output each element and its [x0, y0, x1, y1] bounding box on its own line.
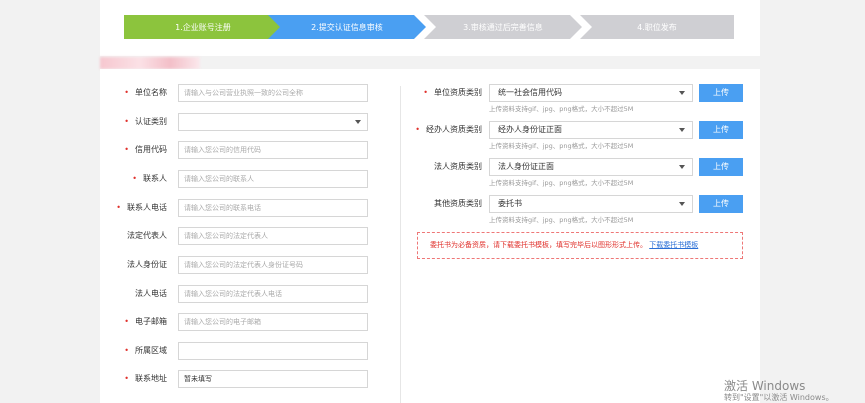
credit-code-label: 信用代码: [135, 145, 167, 154]
credit-code-input[interactable]: [178, 141, 368, 159]
legal-doc-label: 法人资质类别: [434, 162, 482, 171]
legal-rep-label: 法定代表人: [127, 231, 167, 240]
row-credit-code: • 信用代码: [100, 141, 400, 159]
address-label: 联系地址: [135, 374, 167, 383]
upload-hint: 上传资料支持gif、jpg、png格式，大小不超过5M: [489, 179, 634, 187]
row-region: • 所属区域: [100, 342, 400, 360]
chevron-down-icon: [355, 120, 361, 124]
chevron-down-icon: [679, 91, 685, 95]
step-1: 1.企业账号注册: [124, 15, 282, 39]
authorization-notice: 委托书为必备资质，请下载委托书模板，填写完毕后以图形形式上传。 下载委托书模板: [417, 232, 743, 259]
legal-doc-select[interactable]: 法人身份证正面: [489, 158, 693, 176]
email-label: 电子邮箱: [135, 317, 167, 326]
company-name-label: 单位名称: [135, 88, 167, 97]
required-mark: •: [415, 125, 420, 134]
legal-id-input[interactable]: [178, 256, 368, 274]
required-mark: •: [423, 88, 428, 97]
required-mark: •: [124, 346, 129, 355]
row-contact: • 联系人: [100, 170, 400, 188]
step-4: 4.职位发布: [580, 15, 734, 39]
email-input[interactable]: [178, 313, 368, 331]
legal-rep-input[interactable]: [178, 227, 368, 245]
cert-type-label: 认证类别: [135, 117, 167, 126]
row-legal-doc: 法人资质类别 法人身份证正面 上传资料支持gif、jpg、png格式，大小不超过…: [400, 158, 760, 188]
contact-phone-label: 联系人电话: [127, 203, 167, 212]
notice-text: 委托书为必备资质，请下载委托书模板，填写完毕后以图形形式上传。: [430, 241, 647, 249]
chevron-down-icon: [679, 128, 685, 132]
legal-phone-label: 法人电话: [135, 289, 167, 298]
row-agent-doc: • 经办人资质类别 经办人身份证正面 上传资料支持gif、jpg、png格式，大小…: [400, 121, 760, 151]
agent-doc-upload-button[interactable]: 上传: [699, 121, 743, 139]
progress-steps: 1.企业账号注册 2.提交认证信息审核 3.审核通过后完善信息 4.职位发布: [124, 15, 734, 39]
watermark-title: 激活 Windows: [724, 379, 806, 393]
blurred-heading: [100, 57, 200, 69]
upload-hint: 上传资料支持gif、jpg、png格式，大小不超过5M: [489, 105, 634, 113]
row-contact-phone: • 联系人电话: [100, 199, 400, 217]
chevron-down-icon: [679, 165, 685, 169]
region-label: 所属区域: [135, 346, 167, 355]
agent-doc-select[interactable]: 经办人身份证正面: [489, 121, 693, 139]
watermark-subtitle: 转到"设置"以激活 Windows。: [724, 393, 834, 402]
chevron-down-icon: [679, 202, 685, 206]
row-cert-type: • 认证类别: [100, 113, 400, 131]
required-mark: •: [116, 203, 121, 212]
address-input[interactable]: [178, 370, 368, 388]
row-unit-doc: • 单位资质类别 统一社会信用代码 上传资料支持gif、jpg、png格式，大小不…: [400, 84, 760, 114]
download-template-link[interactable]: 下载委托书模板: [649, 241, 698, 249]
contact-phone-input[interactable]: [178, 199, 368, 217]
cert-type-select[interactable]: [178, 113, 368, 131]
contact-input[interactable]: [178, 170, 368, 188]
legal-phone-input[interactable]: [178, 285, 368, 303]
required-mark: •: [124, 374, 129, 383]
required-mark: •: [132, 174, 137, 183]
other-doc-select[interactable]: 委托书: [489, 195, 693, 213]
row-legal-id: 法人身份证: [100, 256, 400, 274]
company-name-input[interactable]: [178, 84, 368, 102]
legal-id-label: 法人身份证: [127, 260, 167, 269]
other-doc-upload-button[interactable]: 上传: [699, 195, 743, 213]
unit-doc-label: 单位资质类别: [434, 88, 482, 97]
required-mark: •: [124, 117, 129, 126]
upload-hint: 上传资料支持gif、jpg、png格式，大小不超过5M: [489, 216, 634, 224]
required-mark: •: [124, 88, 129, 97]
upload-hint: 上传资料支持gif、jpg、png格式，大小不超过5M: [489, 142, 634, 150]
row-address: • 联系地址: [100, 370, 400, 388]
row-email: • 电子邮箱: [100, 313, 400, 331]
contact-label: 联系人: [143, 174, 167, 183]
legal-doc-upload-button[interactable]: 上传: [699, 158, 743, 176]
agent-doc-label: 经办人资质类别: [426, 125, 482, 134]
region-field[interactable]: [178, 342, 368, 360]
step-3: 3.审核通过后完善信息: [424, 15, 582, 39]
row-legal-rep: 法定代表人: [100, 227, 400, 245]
windows-activation-watermark: 激活 Windows 转到"设置"以激活 Windows。: [724, 379, 834, 403]
unit-doc-upload-button[interactable]: 上传: [699, 84, 743, 102]
required-mark: •: [124, 317, 129, 326]
other-doc-label: 其他资质类别: [434, 199, 482, 208]
unit-doc-select[interactable]: 统一社会信用代码: [489, 84, 693, 102]
step-2: 2.提交认证信息审核: [268, 15, 426, 39]
row-legal-phone: 法人电话: [100, 285, 400, 303]
required-mark: •: [124, 145, 129, 154]
row-other-doc: 其他资质类别 委托书 上传资料支持gif、jpg、png格式，大小不超过5M 上…: [400, 195, 760, 225]
row-company-name: • 单位名称: [100, 84, 400, 102]
